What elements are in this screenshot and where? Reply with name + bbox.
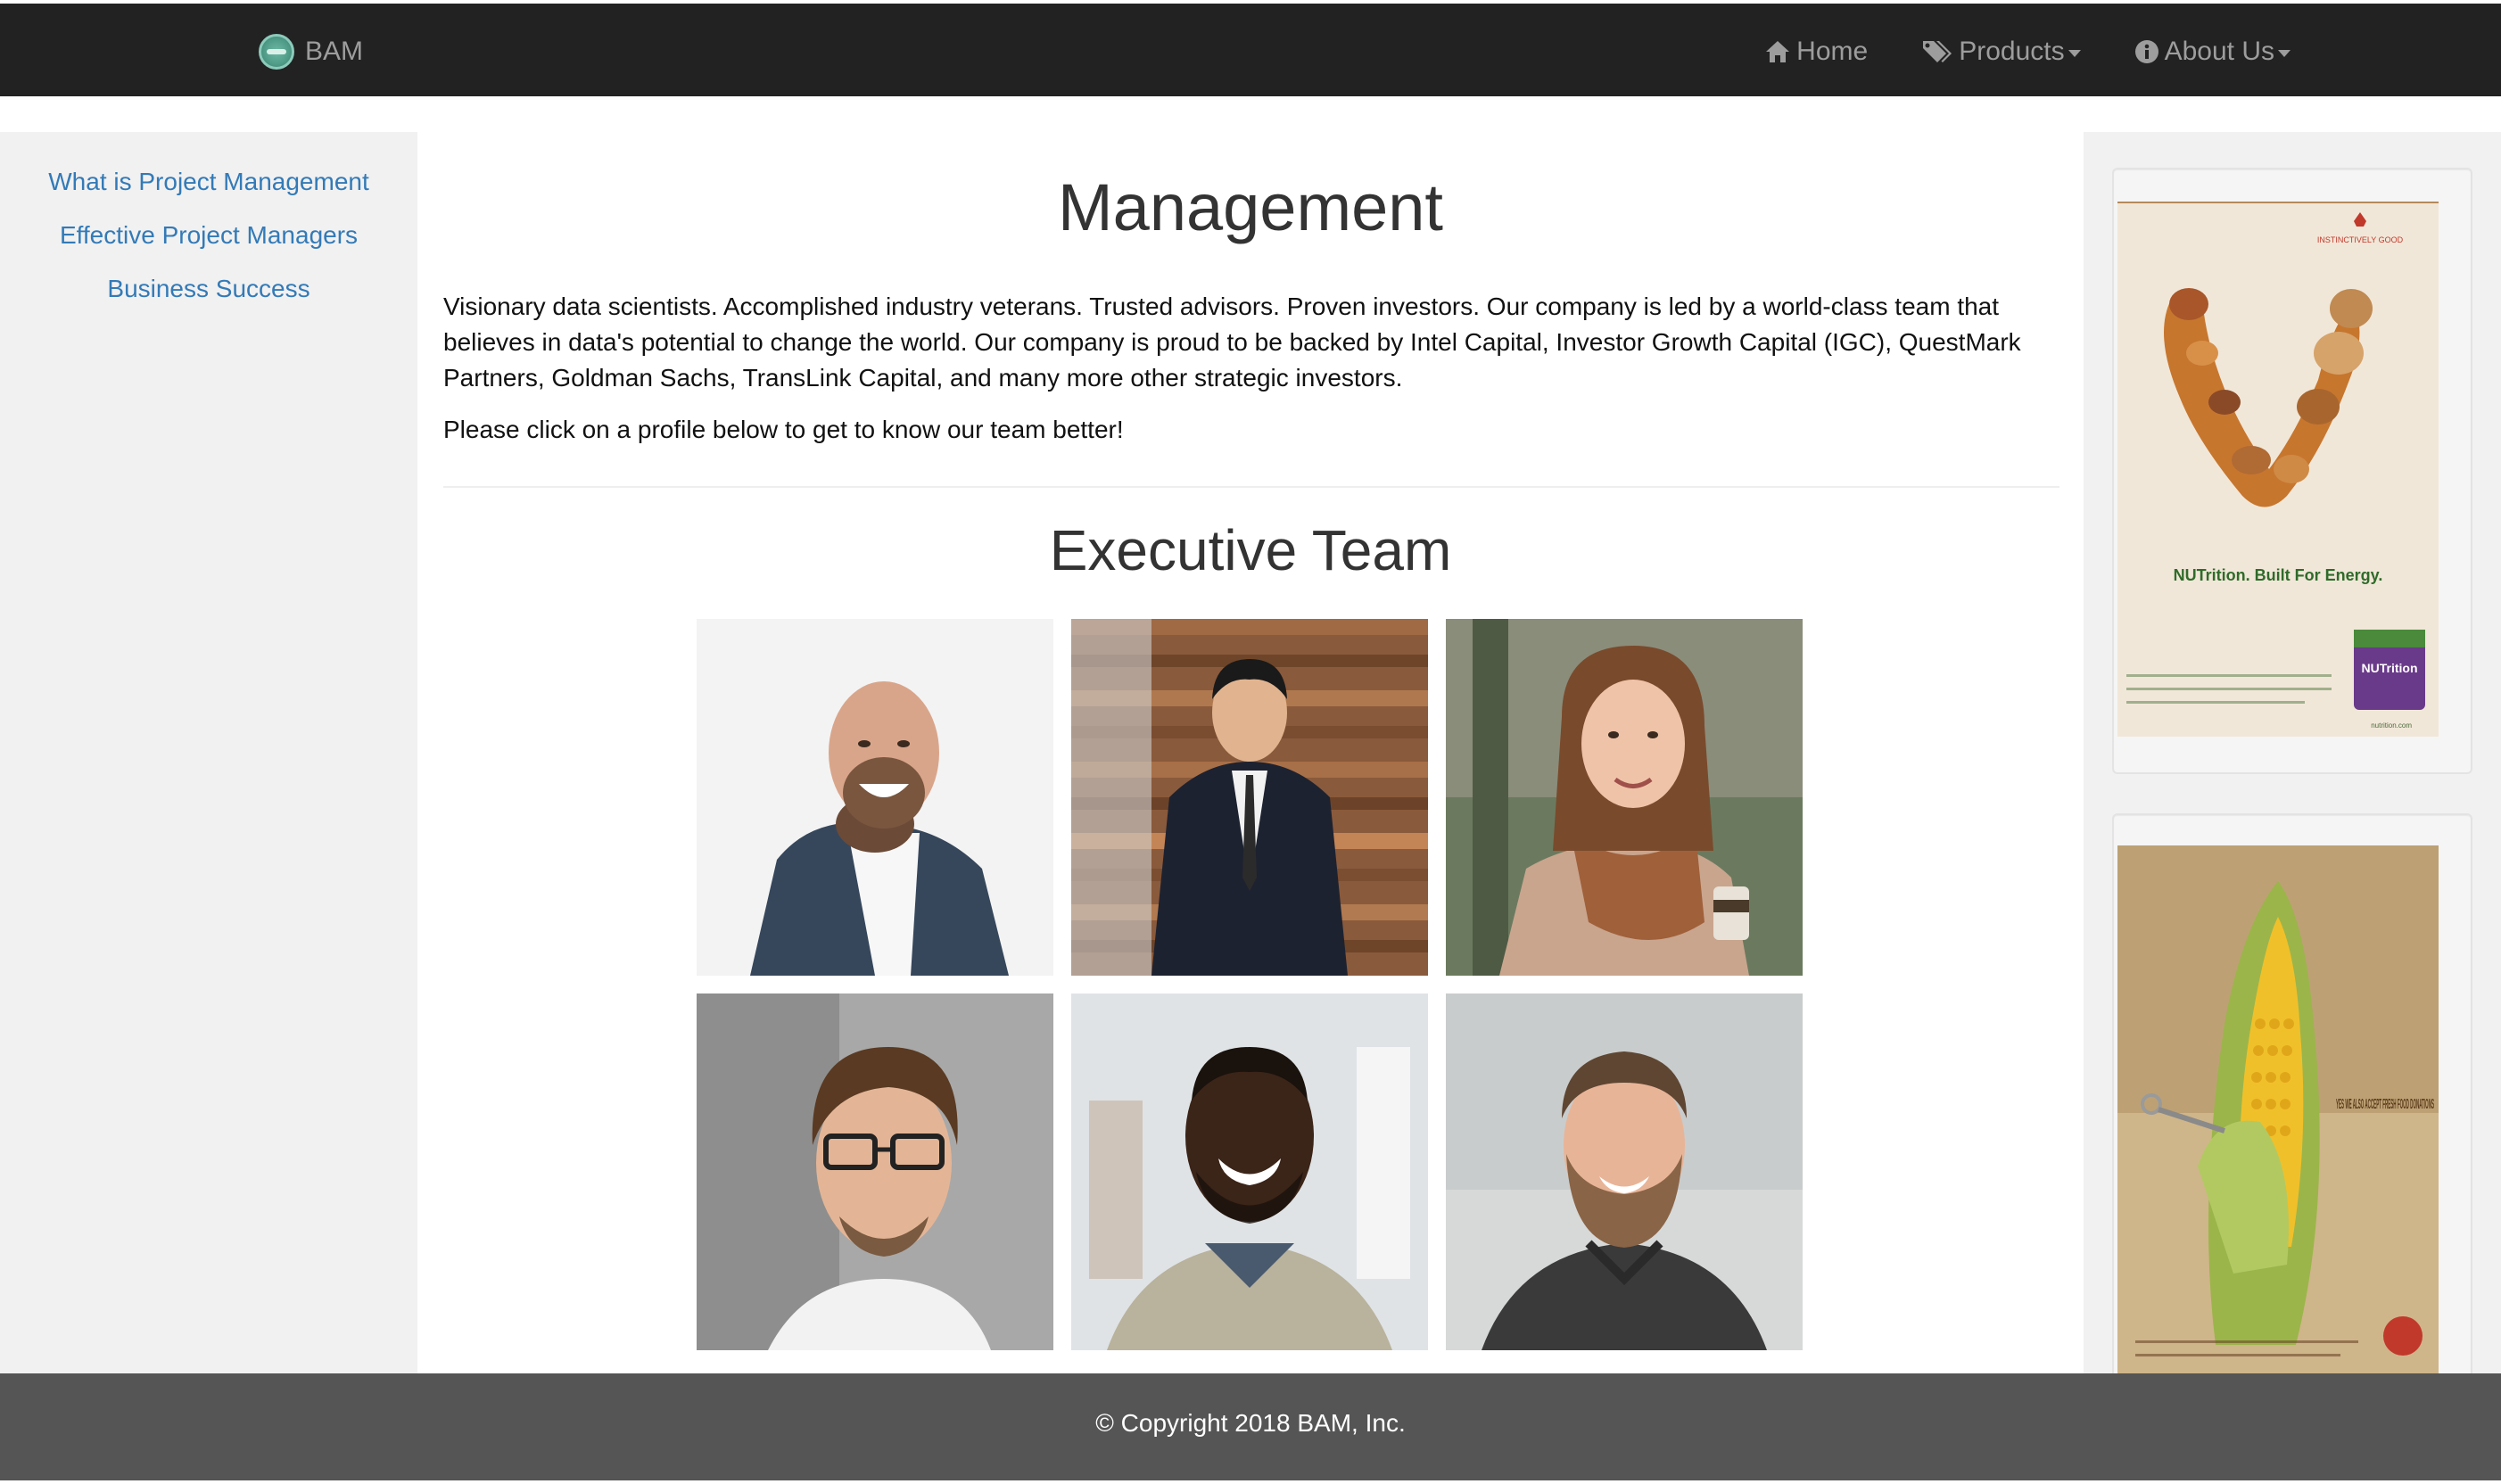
section-title: Executive Team xyxy=(1049,518,1452,582)
footer: © Copyright 2018 BAM, Inc. xyxy=(0,1373,2501,1484)
team-member-photo-2[interactable] xyxy=(1071,619,1428,976)
team-member-photo-1[interactable] xyxy=(697,619,1053,976)
team-member-photo-6[interactable] xyxy=(1446,993,1803,1350)
chevron-down-icon xyxy=(2068,50,2081,57)
intro-paragraph: Visionary data scientists. Accomplished … xyxy=(443,293,2021,392)
bam-logo-icon xyxy=(259,34,294,70)
left-sidebar: What is Project Management Effective Pro… xyxy=(0,132,417,1373)
ad1-product: NUTrition xyxy=(2362,661,2418,675)
sidebar-link-what-is-pm[interactable]: What is Project Management xyxy=(0,168,417,196)
brand-link[interactable]: BAM xyxy=(259,29,363,75)
ad1-url: nutrition.com xyxy=(2371,721,2412,730)
nav-home-label: Home xyxy=(1796,37,1869,66)
top-navbar: BAM Home Products About Us xyxy=(0,0,2501,96)
team-member-photo-4[interactable] xyxy=(697,993,1053,1350)
footer-copyright: © Copyright 2018 BAM, Inc. xyxy=(1095,1409,1406,1437)
team-member-photo-3[interactable] xyxy=(1446,619,1803,976)
nav-products-label: Products xyxy=(1959,37,2065,66)
nav-item-about[interactable]: About Us xyxy=(2134,37,2291,67)
team-member-photo-5[interactable] xyxy=(1071,993,1428,1350)
brand-text: BAM xyxy=(305,37,364,66)
nav-item-products[interactable]: Products xyxy=(1921,37,2081,67)
home-icon xyxy=(1766,41,1790,62)
info-icon xyxy=(2134,40,2158,63)
page-title: Management xyxy=(1058,170,1443,244)
nav-about-label: About Us xyxy=(2164,37,2274,66)
ad-food-donations[interactable]: YES WE ALSO ACCEPT FRESH FOOD DONATIONS xyxy=(2117,845,2439,1373)
chevron-down-icon xyxy=(2278,50,2291,57)
ad1-tagline: NUTrition. Built For Energy. xyxy=(2174,566,2383,584)
main-content: Management Visionary data scientists. Ac… xyxy=(417,132,2084,1373)
ad1-brand: INSTINCTIVELY GOOD xyxy=(2317,235,2404,244)
nav-menu: Home Products About Us xyxy=(1764,29,2501,75)
profile-prompt: Please click on a profile below to get t… xyxy=(443,416,1124,443)
footer-bottom-border xyxy=(0,1480,2501,1484)
sidebar-link-business-success[interactable]: Business Success xyxy=(0,275,417,303)
divider xyxy=(443,486,2059,488)
right-sidebar-ads: INSTINCTIVELY GOOD NUTrition. Built For … xyxy=(2084,132,2501,1373)
ad-nutrition[interactable]: INSTINCTIVELY GOOD NUTrition. Built For … xyxy=(2117,202,2439,737)
tags-icon xyxy=(1923,41,1952,62)
nav-item-home[interactable]: Home xyxy=(1764,37,1868,67)
sidebar-link-effective-pm[interactable]: Effective Project Managers xyxy=(0,221,417,250)
ad2-headline: YES WE ALSO ACCEPT FRESH FOOD DONATIONS xyxy=(2336,1097,2434,1112)
